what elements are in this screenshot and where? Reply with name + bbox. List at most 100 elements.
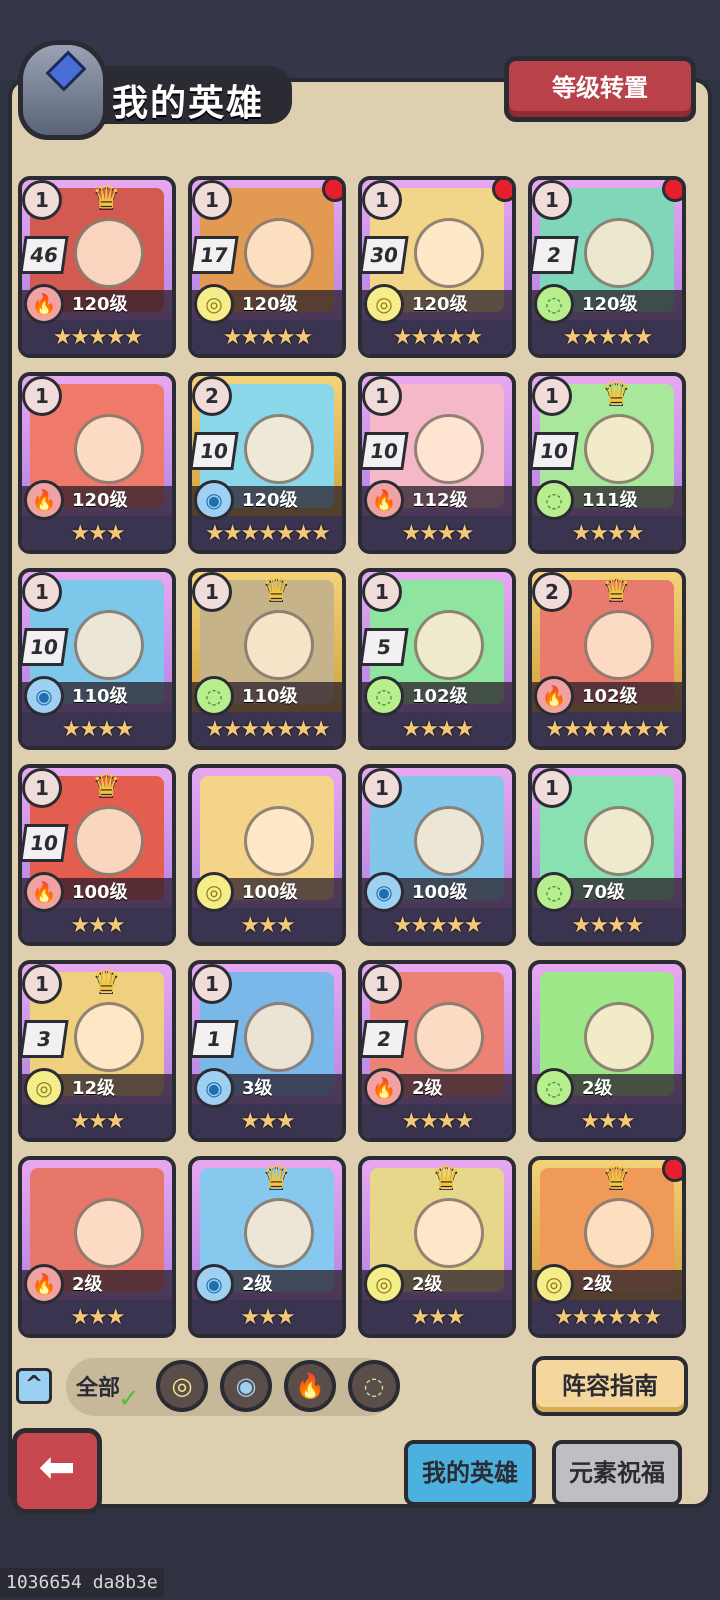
hero-card[interactable]: 100级 🔥 ★★★ 1 10 ♛ [18, 764, 176, 946]
hero-card[interactable]: 2级 ◌ ★★★ [528, 960, 686, 1142]
hero-level: 120级 [242, 490, 298, 511]
hero-face [74, 1198, 144, 1268]
hero-stars: ★★★★★★★ [204, 521, 331, 546]
count-badge: 3 [22, 1020, 69, 1058]
hero-face [584, 218, 654, 288]
hero-card[interactable]: 70级 ◌ ★★★★ 1 [528, 764, 686, 946]
hero-face [414, 218, 484, 288]
crown-icon: ♛ [92, 766, 121, 804]
rank-badge: 2 [532, 572, 572, 612]
hero-stars: ★★★★ [401, 521, 475, 546]
hero-face [414, 414, 484, 484]
filter-all[interactable]: 全部 [76, 1370, 120, 1402]
lineup-guide-button[interactable]: 阵容指南 [532, 1356, 688, 1416]
water-element-icon: ◉ [194, 1264, 234, 1304]
hero-stars: ★★★★ [571, 521, 645, 546]
hero-face [74, 218, 144, 288]
wind-element-icon: ◌ [534, 872, 574, 912]
hero-card[interactable]: 110级 ◌ ★★★★★★★ 1 ♛ [188, 568, 346, 750]
chevron-up-icon[interactable]: ^ [16, 1368, 52, 1404]
filter-water-icon[interactable]: ◉ [220, 1360, 272, 1412]
hero-face [74, 414, 144, 484]
hero-stars: ★★★★ [61, 717, 135, 742]
hero-card[interactable]: 112级 🔥 ★★★★ 1 10 [358, 372, 516, 554]
rank-badge: 1 [192, 180, 232, 220]
water-element-icon: ◉ [194, 480, 234, 520]
rank-badge: 1 [532, 180, 572, 220]
hero-stars: ★★★★★★★ [204, 717, 331, 742]
hero-card[interactable]: 110级 ◉ ★★★★ 1 10 [18, 568, 176, 750]
wind-element-icon: ◌ [194, 676, 234, 716]
hero-card[interactable]: 102级 ◌ ★★★★ 1 5 [358, 568, 516, 750]
crown-icon: ♛ [602, 374, 631, 412]
hero-face [74, 806, 144, 876]
count-badge: 10 [192, 432, 239, 470]
tab-my-heroes[interactable]: 我的英雄 [404, 1440, 536, 1506]
hero-card[interactable]: 2级 ◎ ★★★ ♛ [358, 1156, 516, 1338]
hero-card[interactable]: 2级 ◉ ★★★ ♛ [188, 1156, 346, 1338]
hero-card[interactable]: 120级 ◎ ★★★★★ 1 17 [188, 176, 346, 358]
tab-element-blessing[interactable]: 元素祝福 [552, 1440, 682, 1506]
hero-card[interactable]: 2级 🔥 ★★★★ 1 2 [358, 960, 516, 1142]
filter-wind-icon[interactable]: ◌ [348, 1360, 400, 1412]
hero-level: 120级 [72, 490, 128, 511]
hero-card[interactable]: 2级 ◎ ★★★★★★ ♛ [528, 1156, 686, 1338]
hero-stars: ★★★★★ [52, 325, 144, 350]
earth-element-icon: ◎ [364, 1264, 404, 1304]
hero-level: 112级 [412, 490, 468, 511]
hero-stars: ★★★ [240, 1109, 295, 1134]
hero-face [244, 806, 314, 876]
hero-stars: ★★★ [70, 521, 125, 546]
back-arrow-icon[interactable]: ⬅ [12, 1428, 102, 1514]
hero-card[interactable]: 100级 ◉ ★★★★★ 1 [358, 764, 516, 946]
filter-fire-icon[interactable]: 🔥 [284, 1360, 336, 1412]
hero-level: 102级 [412, 686, 468, 707]
hero-stars: ★★★★★ [222, 325, 314, 350]
hero-level: 3级 [242, 1078, 273, 1099]
hero-card[interactable]: 120级 ◌ ★★★★★ 1 2 [528, 176, 686, 358]
hero-face [414, 1198, 484, 1268]
rank-badge: 1 [362, 964, 402, 1004]
hero-card[interactable]: 120级 🔥 ★★★★★ 1 46 ♛ [18, 176, 176, 358]
check-icon: ✓ [118, 1384, 140, 1414]
hero-card[interactable]: 3级 ◉ ★★★ 1 1 [188, 960, 346, 1142]
rank-badge: 1 [532, 376, 572, 416]
hero-face [244, 1002, 314, 1072]
hero-face [584, 610, 654, 680]
hero-card[interactable]: 111级 ◌ ★★★★ 1 10 ♛ [528, 372, 686, 554]
hero-level: 2级 [412, 1078, 443, 1099]
hero-level: 110级 [242, 686, 298, 707]
fire-element-icon: 🔥 [24, 284, 64, 324]
hero-card[interactable]: 120级 ◎ ★★★★★ 1 30 [358, 176, 516, 358]
hero-card[interactable]: 2级 🔥 ★★★ [18, 1156, 176, 1338]
hero-level: 100级 [242, 882, 298, 903]
rank-badge: 1 [192, 964, 232, 1004]
rank-badge: 1 [362, 768, 402, 808]
earth-element-icon: ◎ [24, 1068, 64, 1108]
hero-level: 12级 [72, 1078, 116, 1099]
hero-card[interactable]: 102级 🔥 ★★★★★★★ 2 ♛ [528, 568, 686, 750]
notification-dot [662, 1160, 682, 1182]
hero-level: 2级 [582, 1274, 613, 1295]
hero-card[interactable]: 100级 ◎ ★★★ [188, 764, 346, 946]
crown-icon: ♛ [432, 1158, 461, 1196]
hero-face [244, 1198, 314, 1268]
hero-face [584, 414, 654, 484]
filter-earth-icon[interactable]: ◎ [156, 1360, 208, 1412]
count-badge: 46 [22, 236, 69, 274]
hero-face [244, 218, 314, 288]
hero-face [584, 1198, 654, 1268]
level-transfer-button[interactable]: 等级转置 [504, 56, 696, 122]
count-badge: 10 [22, 628, 69, 666]
rank-badge: 1 [22, 768, 62, 808]
hero-stars: ★★★★★ [562, 325, 654, 350]
hero-face [74, 1002, 144, 1072]
fire-element-icon: 🔥 [364, 1068, 404, 1108]
hero-card[interactable]: 120级 ◉ ★★★★★★★ 2 10 [188, 372, 346, 554]
rank-badge: 1 [362, 572, 402, 612]
hero-card[interactable]: 120级 🔥 ★★★ 1 [18, 372, 176, 554]
hero-face [244, 610, 314, 680]
hero-face [414, 806, 484, 876]
hero-card[interactable]: 12级 ◎ ★★★ 1 3 ♛ [18, 960, 176, 1142]
fire-element-icon: 🔥 [364, 480, 404, 520]
